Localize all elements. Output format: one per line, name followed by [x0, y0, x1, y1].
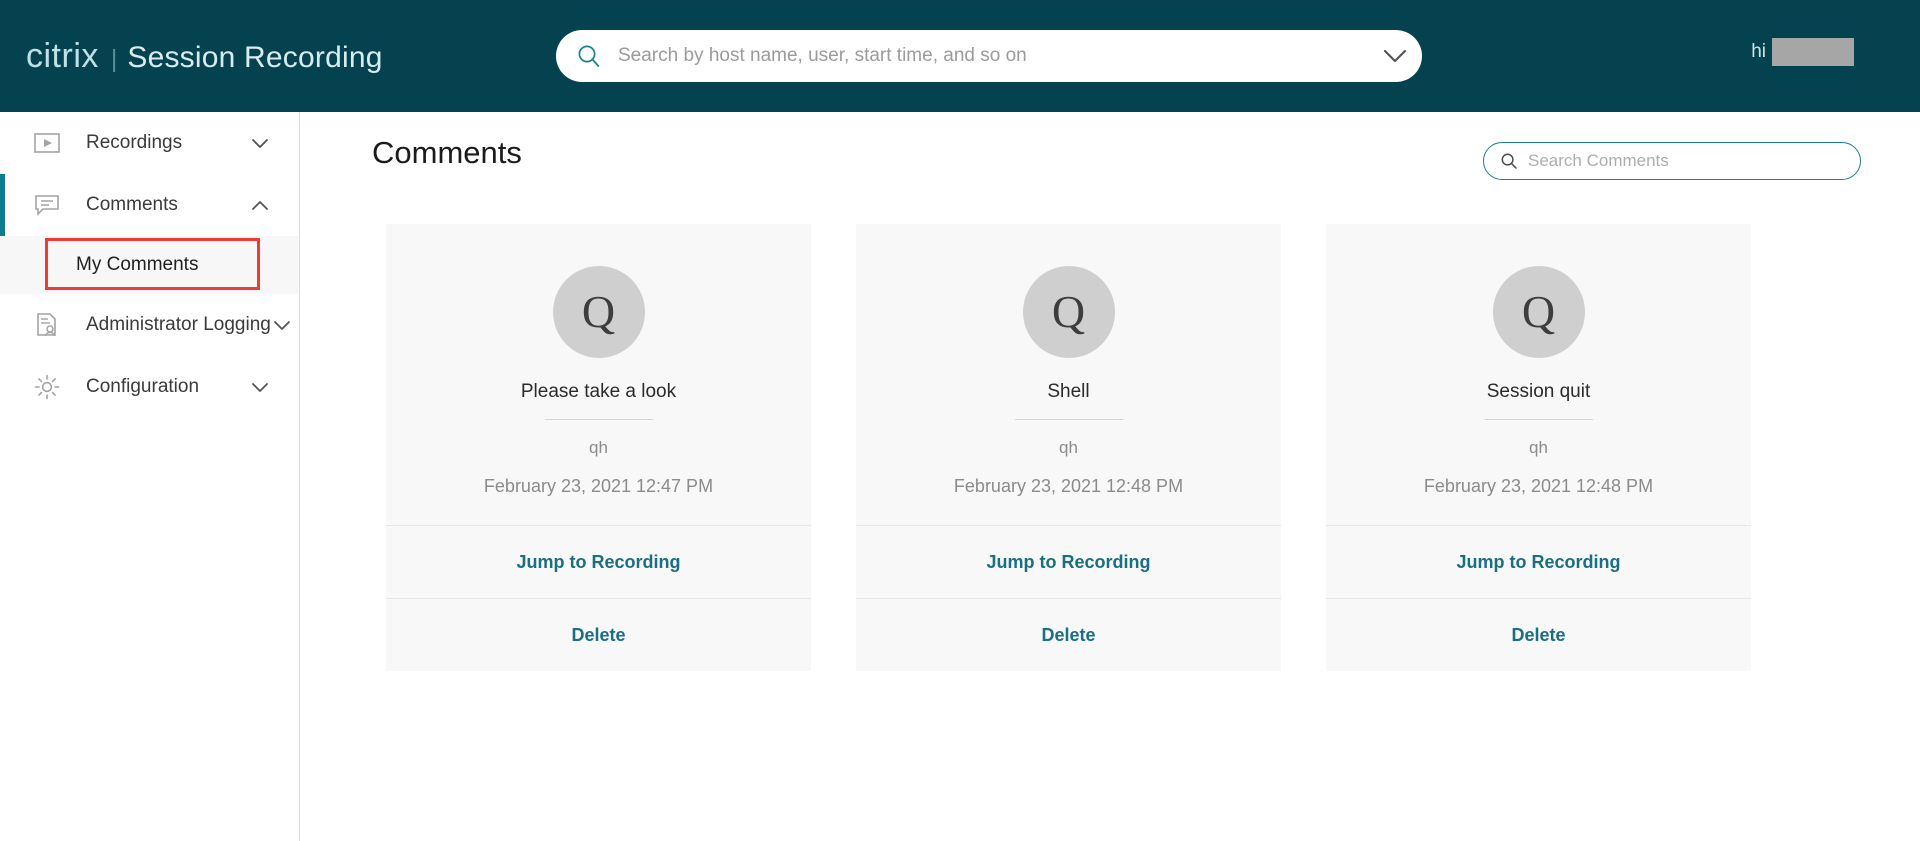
global-search-bar[interactable] [556, 30, 1422, 82]
chevron-down-icon[interactable] [1368, 30, 1422, 82]
comment-card: Q Please take a look qh February 23, 202… [386, 224, 811, 671]
main-content: Comments Q Please take a look qh Februar… [301, 112, 1920, 841]
sidebar-nav: Recordings Comments My Comments Administ… [0, 112, 300, 841]
comment-search-box[interactable] [1483, 142, 1861, 180]
sidebar-item-label: Administrator Logging [86, 314, 271, 335]
delete-button[interactable]: Delete [386, 598, 811, 671]
sidebar-item-label: Comments [86, 194, 178, 215]
avatar: Q [552, 266, 645, 358]
avatar: Q [1492, 266, 1585, 358]
sidebar-item-administrator-logging[interactable]: Administrator Logging [0, 294, 299, 356]
avatar: Q [1022, 266, 1115, 358]
comment-card-body: Q Session quit qh February 23, 2021 12:4… [1326, 224, 1751, 525]
citrix-wordmark: citrix [26, 37, 99, 75]
comment-title: Shell [1047, 381, 1090, 402]
comment-title: Please take a look [520, 381, 677, 402]
sidebar-item-label: Configuration [86, 376, 200, 397]
gear-icon [30, 370, 64, 404]
sidebar-subitem-my-comments[interactable]: My Comments [0, 236, 299, 294]
top-header-bar: citrix | Session Recording hi [0, 0, 1920, 112]
redacted-username [1772, 38, 1854, 66]
chevron-down-icon[interactable] [249, 376, 271, 398]
comment-timestamp: February 23, 2021 12:48 PM [953, 476, 1184, 496]
sidebar-subitem-label[interactable]: My Comments [76, 254, 198, 276]
delete-button[interactable]: Delete [856, 598, 1281, 671]
comment-author: qh [1059, 438, 1078, 457]
comment-cards-grid: Q Please take a look qh February 23, 202… [313, 224, 1751, 671]
chevron-down-icon[interactable] [249, 132, 271, 154]
brand-separator: | [110, 45, 118, 73]
comment-timestamp: February 23, 2021 12:48 PM [1423, 476, 1654, 496]
app-title: Session Recording [127, 41, 383, 74]
jump-to-recording-button[interactable]: Jump to Recording [1326, 525, 1751, 598]
global-search-input[interactable] [618, 45, 1368, 67]
sidebar-item-recordings[interactable]: Recordings [0, 112, 299, 174]
greeting-label: hi [1751, 41, 1766, 62]
comment-bubble-icon [30, 188, 64, 222]
play-square-icon [30, 126, 64, 160]
jump-to-recording-button[interactable]: Jump to Recording [386, 525, 811, 598]
content-header: Comments [301, 112, 1920, 204]
comment-card: Q Shell qh February 23, 2021 12:48 PM Ju… [856, 224, 1281, 671]
user-greeting-area[interactable]: hi [1751, 38, 1854, 66]
comment-card: Q Session quit qh February 23, 2021 12:4… [1326, 224, 1751, 671]
brand-logo[interactable]: citrix | Session Recording [26, 0, 383, 112]
sidebar-item-comments[interactable]: Comments [0, 174, 299, 236]
comment-card-body: Q Please take a look qh February 23, 202… [386, 224, 811, 525]
comment-title: Session quit [1486, 381, 1591, 402]
chevron-up-icon[interactable] [249, 194, 271, 216]
comment-author: qh [589, 438, 608, 457]
chevron-down-icon[interactable] [271, 314, 293, 336]
comment-author: qh [1529, 438, 1548, 457]
divider [1014, 419, 1123, 420]
divider [1484, 419, 1593, 420]
divider [544, 419, 653, 420]
page-title: Comments [372, 135, 522, 170]
jump-to-recording-button[interactable]: Jump to Recording [856, 525, 1281, 598]
sidebar-item-label: Recordings [86, 132, 183, 153]
document-user-icon [30, 308, 64, 342]
delete-button[interactable]: Delete [1326, 598, 1751, 671]
comment-search-input[interactable] [1528, 151, 1860, 171]
search-icon [576, 43, 602, 69]
comment-timestamp: February 23, 2021 12:47 PM [483, 476, 714, 496]
comment-card-body: Q Shell qh February 23, 2021 12:48 PM [856, 224, 1281, 525]
sidebar-item-configuration[interactable]: Configuration [0, 356, 299, 418]
search-icon [1500, 152, 1518, 170]
